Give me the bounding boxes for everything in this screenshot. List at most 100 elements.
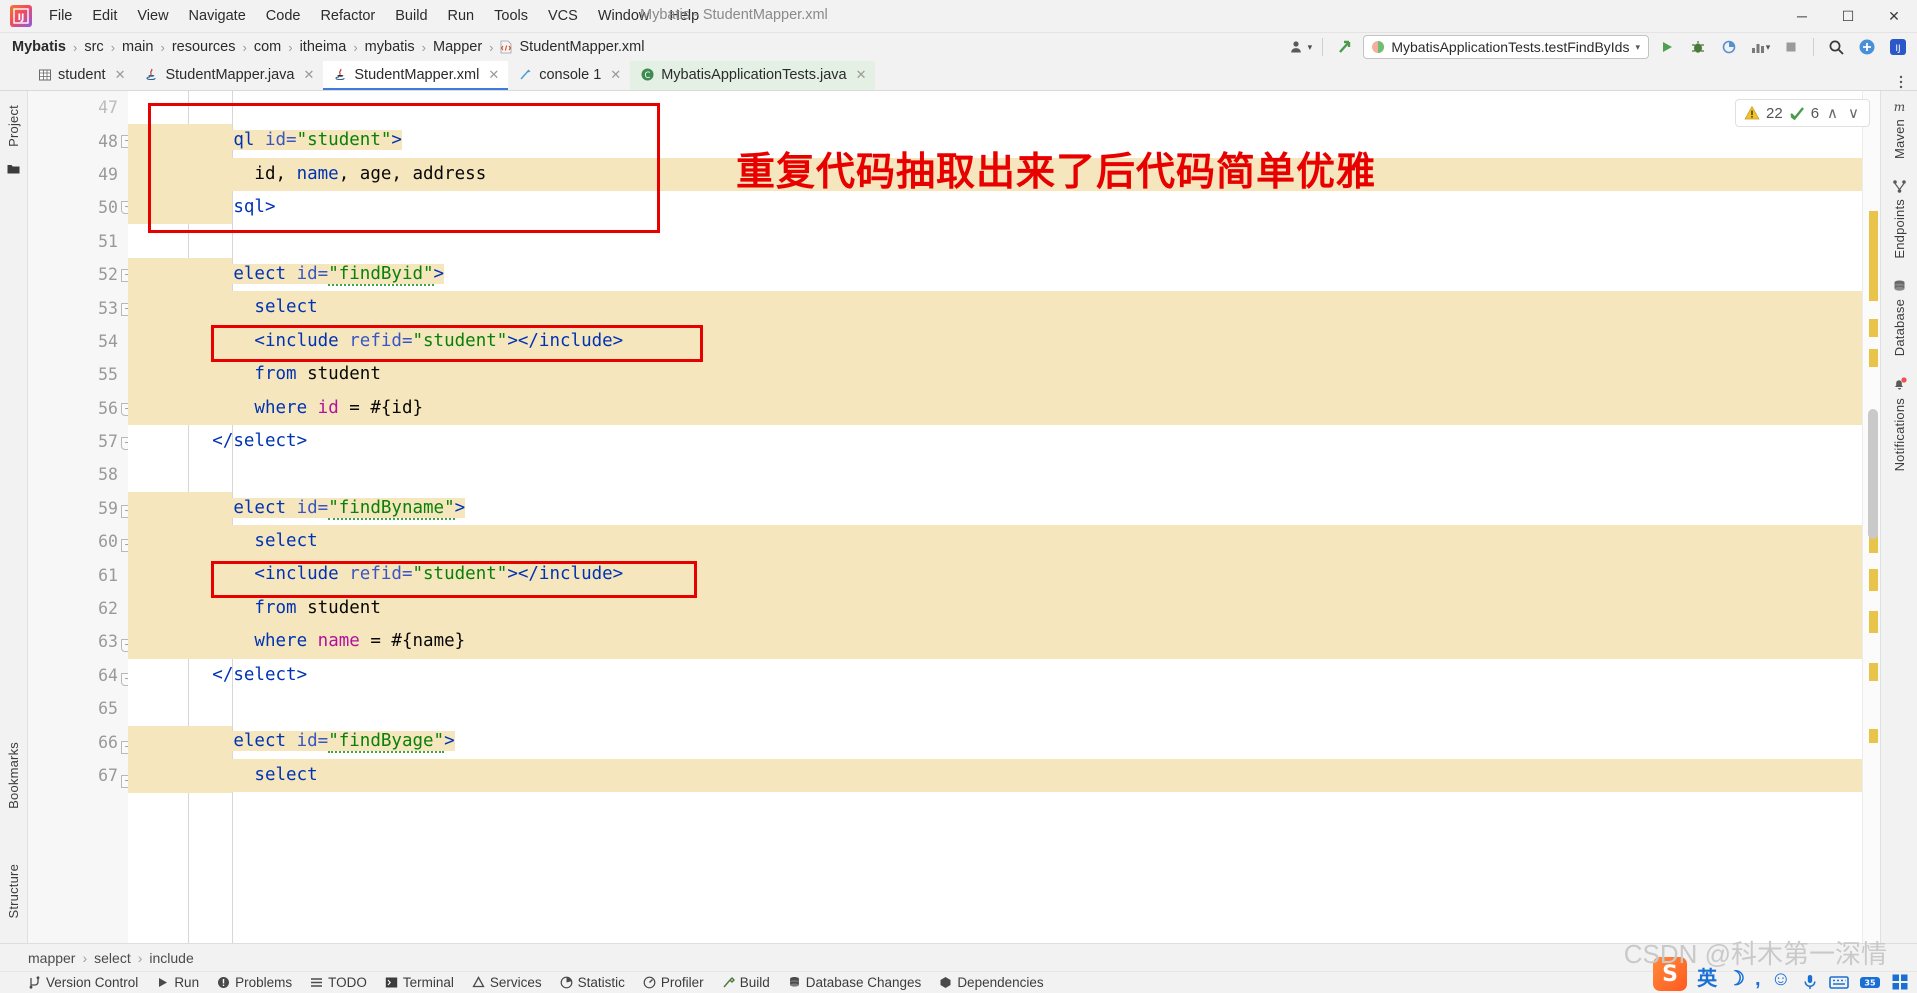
code-line[interactable]: select xyxy=(128,525,1880,559)
apps-icon[interactable] xyxy=(1891,973,1909,991)
code-line[interactable] xyxy=(128,458,1880,491)
sidebar-item-project[interactable]: Project xyxy=(6,97,21,155)
code-line[interactable]: select xyxy=(128,291,1880,325)
code-line[interactable]: <select id="findByid"> xyxy=(128,258,1880,291)
editor-breadcrumb-include[interactable]: include xyxy=(149,950,193,966)
breadcrumb-item-file[interactable]: StudentMapper.xml xyxy=(499,39,647,55)
tab-studentmapper-xml[interactable]: StudentMapper.xml ✕ xyxy=(323,61,509,90)
ide-icon[interactable]: IJ xyxy=(1885,35,1911,59)
tab-studentmapper-java[interactable]: StudentMapper.java ✕ xyxy=(134,61,323,90)
sidebar-item-endpoints[interactable]: Endpoints xyxy=(1892,179,1907,259)
code-line[interactable]: </select> xyxy=(128,659,1880,692)
code-line[interactable]: where id = #{id} xyxy=(128,391,1880,425)
scrollbar-thumb[interactable] xyxy=(1868,409,1878,539)
user-icon[interactable]: ▾ xyxy=(1287,35,1313,59)
status-database-changes[interactable]: Database Changes xyxy=(788,975,921,990)
code-line[interactable] xyxy=(128,91,1880,124)
tab-close-icon[interactable]: ✕ xyxy=(610,67,621,83)
breadcrumb-item-mapper[interactable]: Mapper xyxy=(431,39,484,55)
version-badge-icon[interactable]: 35 xyxy=(1859,973,1881,991)
breadcrumb-item-mybatis[interactable]: mybatis xyxy=(363,39,417,55)
menu-build[interactable]: Build xyxy=(386,4,436,28)
profiler-button[interactable]: ▾ xyxy=(1747,35,1773,59)
menu-navigate[interactable]: Navigate xyxy=(180,4,255,28)
code-line[interactable]: select xyxy=(128,758,1880,793)
smiley-icon[interactable]: ☺ xyxy=(1771,968,1791,991)
debug-button[interactable] xyxy=(1685,35,1711,59)
search-icon[interactable] xyxy=(1823,35,1849,59)
code-line[interactable]: from student xyxy=(128,591,1880,626)
sidebar-item-bookmarks[interactable]: Bookmarks xyxy=(6,734,21,817)
arrow-up-green-icon[interactable] xyxy=(1332,35,1358,59)
tab-close-icon[interactable]: ✕ xyxy=(115,67,126,83)
sidebar-item-maven[interactable]: m Maven xyxy=(1892,99,1907,159)
tab-close-icon[interactable]: ✕ xyxy=(303,67,314,83)
tab-console-1[interactable]: console 1 ✕ xyxy=(508,61,630,90)
run-configuration-selector[interactable]: MybatisApplicationTests.testFindByIds ▾ xyxy=(1363,35,1649,59)
editor-breadcrumb-mapper[interactable]: mapper xyxy=(28,950,75,966)
breadcrumb-item-resources[interactable]: resources xyxy=(170,39,238,55)
status-build[interactable]: Build xyxy=(722,975,770,990)
breadcrumb-item-main[interactable]: main xyxy=(120,39,155,55)
status-dependencies[interactable]: Dependencies xyxy=(939,975,1044,990)
menu-file[interactable]: File xyxy=(40,4,81,28)
code-line[interactable]: <include refid="student"></include> xyxy=(128,558,1880,592)
menu-vcs[interactable]: VCS xyxy=(539,4,587,28)
code-line[interactable]: <select id="findByage"> xyxy=(128,725,1880,758)
plugin-update-icon[interactable] xyxy=(1854,35,1880,59)
code-line[interactable]: <select id="findByname"> xyxy=(128,492,1880,525)
coverage-button[interactable] xyxy=(1716,35,1742,59)
editor-gutter[interactable]: 47 48 49 50 51 52 53 54 55 56 57 58 59 6… xyxy=(28,91,134,943)
menu-bar: File Edit View Navigate Code Refactor Bu… xyxy=(40,4,708,28)
tab-close-icon[interactable]: ✕ xyxy=(856,67,867,83)
close-button[interactable]: ✕ xyxy=(1871,0,1917,33)
breadcrumb-item-com[interactable]: com xyxy=(252,39,283,55)
menu-tools[interactable]: Tools xyxy=(485,4,537,28)
tab-overflow-button[interactable] xyxy=(1893,74,1917,90)
status-version-control[interactable]: Version Control xyxy=(28,975,138,990)
services-icon xyxy=(472,976,485,988)
code-line[interactable]: <include refid="student"></include> xyxy=(128,324,1880,359)
code-line[interactable]: where name = #{name} xyxy=(128,625,1880,659)
menu-edit[interactable]: Edit xyxy=(83,4,126,28)
status-statistic[interactable]: Statistic xyxy=(560,975,625,990)
tab-student[interactable]: student ✕ xyxy=(28,61,134,90)
editor-breadcrumb-select[interactable]: select xyxy=(94,950,131,966)
editor-scrollbar[interactable] xyxy=(1862,91,1880,943)
code-line[interactable] xyxy=(128,225,1880,258)
inspection-widget[interactable]: 22 6 ∧ ∨ xyxy=(1735,99,1870,127)
minimize-button[interactable]: ─ xyxy=(1779,0,1825,33)
maximize-button[interactable]: ☐ xyxy=(1825,0,1871,33)
sidebar-item-database[interactable]: Database xyxy=(1892,279,1907,356)
comma-icon[interactable]: , xyxy=(1755,968,1761,991)
code-line[interactable]: from student xyxy=(128,358,1880,392)
breadcrumb-item-src[interactable]: src xyxy=(82,39,105,55)
status-todo[interactable]: TODO xyxy=(310,975,367,990)
code-line[interactable]: </select> xyxy=(128,425,1880,458)
status-problems[interactable]: Problems xyxy=(217,975,292,990)
status-terminal[interactable]: Terminal xyxy=(385,975,454,990)
menu-refactor[interactable]: Refactor xyxy=(311,4,384,28)
menu-view[interactable]: View xyxy=(128,4,177,28)
status-profiler[interactable]: Profiler xyxy=(643,975,704,990)
status-services[interactable]: Services xyxy=(472,975,542,990)
tab-close-icon[interactable]: ✕ xyxy=(488,67,499,83)
breadcrumb-item-itheima[interactable]: itheima xyxy=(298,39,349,55)
run-button[interactable] xyxy=(1654,35,1680,59)
code-line[interactable] xyxy=(128,692,1880,725)
next-problem-icon[interactable]: ∨ xyxy=(1846,104,1861,122)
code-editor[interactable]: 47 48 49 50 51 52 53 54 55 56 57 58 59 6… xyxy=(28,91,1880,943)
status-run[interactable]: Run xyxy=(156,975,199,990)
menu-code[interactable]: Code xyxy=(257,4,310,28)
breadcrumb-item-project[interactable]: Mybatis xyxy=(10,39,68,55)
sidebar-item-structure[interactable]: Structure xyxy=(6,856,21,927)
prev-problem-icon[interactable]: ∧ xyxy=(1825,104,1840,122)
code-text-area[interactable]: <sql id="student"> id, name, age, addres… xyxy=(128,91,1880,943)
menu-run[interactable]: Run xyxy=(439,4,484,28)
sidebar-item-notifications[interactable]: Notifications xyxy=(1891,376,1908,471)
tab-mybatisapplicationtests[interactable]: C MybatisApplicationTests.java ✕ xyxy=(630,61,876,90)
stop-button[interactable] xyxy=(1778,35,1804,59)
keyboard-icon[interactable] xyxy=(1829,973,1849,991)
project-icon[interactable] xyxy=(6,161,21,176)
mic-icon[interactable] xyxy=(1801,973,1819,991)
